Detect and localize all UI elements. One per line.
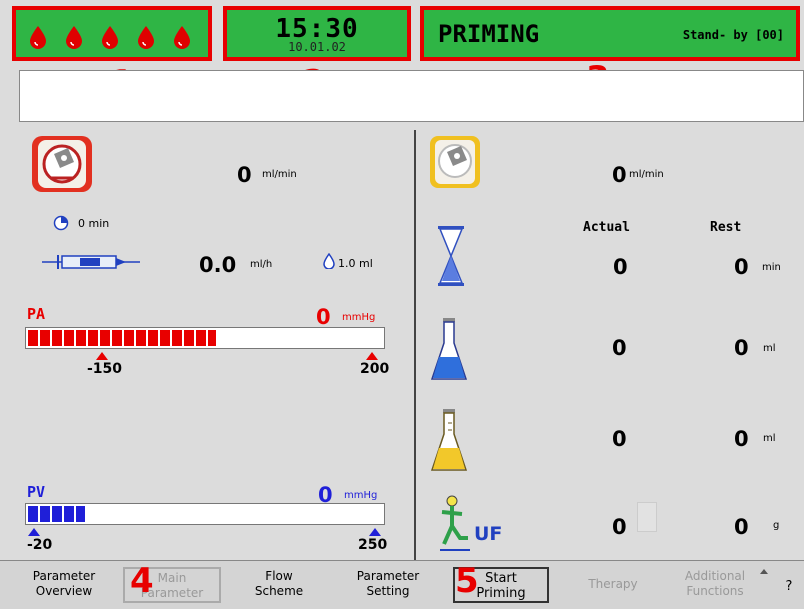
uf-actual: 0 — [612, 515, 627, 539]
time-display: 15:30 — [275, 14, 359, 44]
uf-icon — [440, 495, 470, 551]
hourglass-icon — [438, 226, 464, 286]
col-rest: Rest — [710, 220, 742, 235]
heparin-rate-unit: ml/h — [250, 259, 273, 270]
parameter-setting-button[interactable]: Parameter Setting — [340, 567, 436, 603]
alarm-indicator-box — [12, 6, 212, 61]
syringe-icon[interactable] — [40, 252, 142, 272]
volume-rest: 0 — [734, 336, 749, 360]
col-actual: Actual — [583, 220, 630, 235]
dialysate-pump-icon[interactable] — [428, 134, 482, 190]
pv-high-limit: 250 — [358, 537, 388, 553]
blood-drop-icon — [102, 26, 118, 49]
time-actual: 0 — [613, 255, 628, 279]
parameter-setting-label-1: Parameter — [356, 569, 420, 583]
additional-functions-label-1: Additional — [684, 569, 746, 583]
subst-unit: ml — [763, 433, 776, 444]
status-text: PRIMING — [438, 20, 540, 48]
pa-label: PA — [27, 305, 46, 323]
pa-value: 0 — [316, 305, 331, 329]
pv-label: PV — [27, 483, 46, 501]
heparin-bolus: 1.0 ml — [338, 257, 373, 270]
blood-pump-unit: ml/min — [262, 169, 297, 180]
pv-unit: mmHg — [344, 490, 378, 501]
pv-bar-fill — [28, 506, 85, 522]
blood-drop-icon — [174, 26, 190, 49]
flow-scheme-label-2: Scheme — [254, 584, 304, 598]
therapy-label: Therapy — [588, 577, 638, 591]
uf-placeholder-box — [637, 502, 657, 532]
header-bar: 15:30 10.01.02 PRIMING Stand- by [00] — [0, 0, 804, 68]
bottom-toolbar: Parameter Overview Main Parameter Flow S… — [0, 560, 804, 609]
clock-box: 15:30 10.01.02 — [223, 6, 411, 61]
time-rest: 0 — [734, 255, 749, 279]
uf-label: UF — [474, 523, 503, 545]
drop-icon — [323, 253, 335, 269]
additional-functions-button[interactable]: Additional Functions — [668, 567, 762, 603]
help-button[interactable]: ? — [778, 567, 800, 603]
pv-high-limit-marker[interactable] — [369, 528, 381, 536]
status-box: PRIMING Stand- by [00] — [420, 6, 800, 61]
dialysate-pump-value: 0 — [612, 163, 627, 187]
pa-low-limit-marker[interactable] — [96, 352, 108, 360]
pa-low-limit: -150 — [87, 361, 123, 377]
parameter-overview-label-1: Parameter — [32, 569, 96, 583]
blood-pump-value: 0 — [237, 163, 252, 187]
parameter-overview-button[interactable]: Parameter Overview — [18, 567, 110, 603]
dialysate-pump-unit: ml/min — [629, 169, 664, 180]
blood-drop-icon — [138, 26, 154, 49]
subst-rest: 0 — [734, 427, 749, 451]
message-area — [19, 70, 804, 122]
help-label: ? — [785, 579, 793, 594]
pv-low-limit: -20 — [27, 537, 53, 553]
pa-high-limit: 200 — [360, 361, 390, 377]
blue-flask-icon — [430, 318, 468, 380]
uf-unit: g — [773, 520, 780, 531]
expand-up-icon — [760, 569, 768, 574]
volume-actual: 0 — [612, 336, 627, 360]
pa-pressure-bar — [25, 327, 385, 349]
clock-icon — [53, 215, 69, 231]
flow-scheme-label-1: Flow — [265, 569, 293, 583]
callout-4: 4 — [130, 561, 154, 601]
parameter-setting-label-2: Setting — [366, 584, 410, 598]
flow-scheme-button[interactable]: Flow Scheme — [235, 567, 323, 603]
blood-pump-icon[interactable] — [30, 134, 94, 194]
callout-5: 5 — [455, 561, 479, 601]
substatus-text: Stand- by [00] — [682, 28, 784, 42]
subst-actual: 0 — [612, 427, 627, 451]
uf-rest: 0 — [734, 515, 749, 539]
volume-unit: ml — [763, 343, 776, 354]
pa-bar-fill — [28, 330, 216, 346]
blood-drop-icon — [66, 26, 82, 49]
additional-functions-label-2: Functions — [686, 584, 744, 598]
heparin-rate: 0.0 — [199, 253, 237, 277]
blood-drop-icon — [30, 26, 46, 49]
therapy-button[interactable]: Therapy — [568, 567, 658, 603]
parameter-overview-label-2: Overview — [35, 584, 93, 598]
time-unit: min — [762, 262, 781, 273]
panel-divider — [414, 130, 416, 560]
pa-unit: mmHg — [342, 312, 376, 323]
pa-high-limit-marker[interactable] — [366, 352, 378, 360]
heparin-time: 0 min — [78, 217, 110, 230]
pv-low-limit-marker[interactable] — [28, 528, 40, 536]
pv-pressure-bar — [25, 503, 385, 525]
date-display: 10.01.02 — [288, 40, 346, 54]
yellow-flask-icon — [430, 409, 468, 471]
